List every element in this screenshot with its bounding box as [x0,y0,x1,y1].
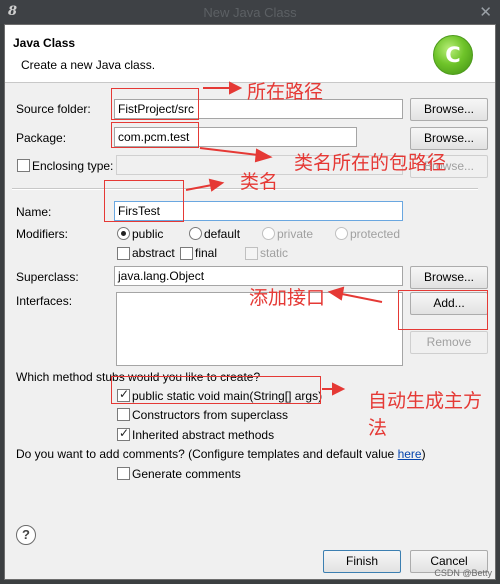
protected-radio [335,227,348,240]
comments-question-suffix: ) [421,447,426,461]
annotation-class-name: 类名 [240,171,279,193]
finish-button[interactable]: Finish [323,550,401,573]
wizard-header: Java Class Create a new Java class. C [5,25,495,83]
inherited-methods-label: Inherited abstract methods [132,428,275,442]
annotation-auto-main: 自动生成主方 [368,390,483,412]
wizard-title: Java Class [13,36,76,50]
final-checkbox-label: final [195,246,218,260]
comments-question-text: Do you want to add comments? (Configure … [16,447,398,461]
interfaces-label: Interfaces: [16,294,73,308]
constructors-checkbox[interactable] [117,408,130,421]
public-radio[interactable] [117,227,130,240]
annotation-box-class-name [104,180,184,222]
enclosing-type-label: Enclosing type: [32,159,114,173]
annotation-add-interface: 添加接口 [249,287,326,309]
annotation-auto-main-2: 法 [368,417,388,439]
generate-comments-label: Generate comments [132,467,241,481]
annotation-box-main-method [111,376,321,404]
enclosing-type-checkbox[interactable] [17,159,30,172]
source-folder-label: Source folder: [16,102,91,116]
annotation-box-package [111,122,199,148]
generate-comments-checkbox[interactable] [117,467,130,480]
private-radio [262,227,275,240]
annotation-box-source-folder [111,88,199,120]
package-label: Package: [16,131,67,145]
remove-interface-button[interactable]: Remove [410,331,488,354]
window-title: New Java Class [203,5,297,20]
default-radio[interactable] [189,227,202,240]
inherited-methods-checkbox[interactable] [117,426,130,441]
configure-templates-link[interactable]: here [398,447,422,461]
wizard-logo-letter: C [445,43,461,67]
final-checkbox[interactable] [180,247,193,260]
superclass-browse-button[interactable]: Browse... [410,266,488,289]
abstract-checkbox[interactable] [117,247,130,260]
wizard-description: Create a new Java class. [21,58,156,72]
package-browse-button[interactable]: Browse... [410,127,488,150]
close-icon[interactable]: ✕ [479,3,492,21]
help-icon[interactable]: ? [16,525,36,545]
window-titlebar: 8 New Java Class ✕ [0,0,500,24]
default-radio-label: default [204,227,241,241]
source-folder-browse-button[interactable]: Browse... [410,98,488,121]
private-radio-label: private [277,227,314,241]
annotation-box-add-interface [398,290,488,330]
static-checkbox [245,247,258,260]
abstract-checkbox-label: abstract [132,246,175,260]
name-label: Name: [16,205,52,219]
superclass-label: Superclass: [16,270,79,284]
public-radio-label: public [132,227,164,241]
annotation-package-path: 类名所在的包路径 [294,152,447,174]
modifiers-label: Modifiers: [16,227,69,241]
static-checkbox-label: static [260,246,289,260]
protected-radio-label: protected [350,227,401,241]
annotation-path: 所在路径 [247,81,324,103]
constructors-label: Constructors from superclass [132,408,289,422]
java-class-wizard-icon: C [433,35,473,75]
watermark: CSDN @Betty [434,568,492,578]
comments-question: Do you want to add comments? (Configure … [16,447,426,461]
